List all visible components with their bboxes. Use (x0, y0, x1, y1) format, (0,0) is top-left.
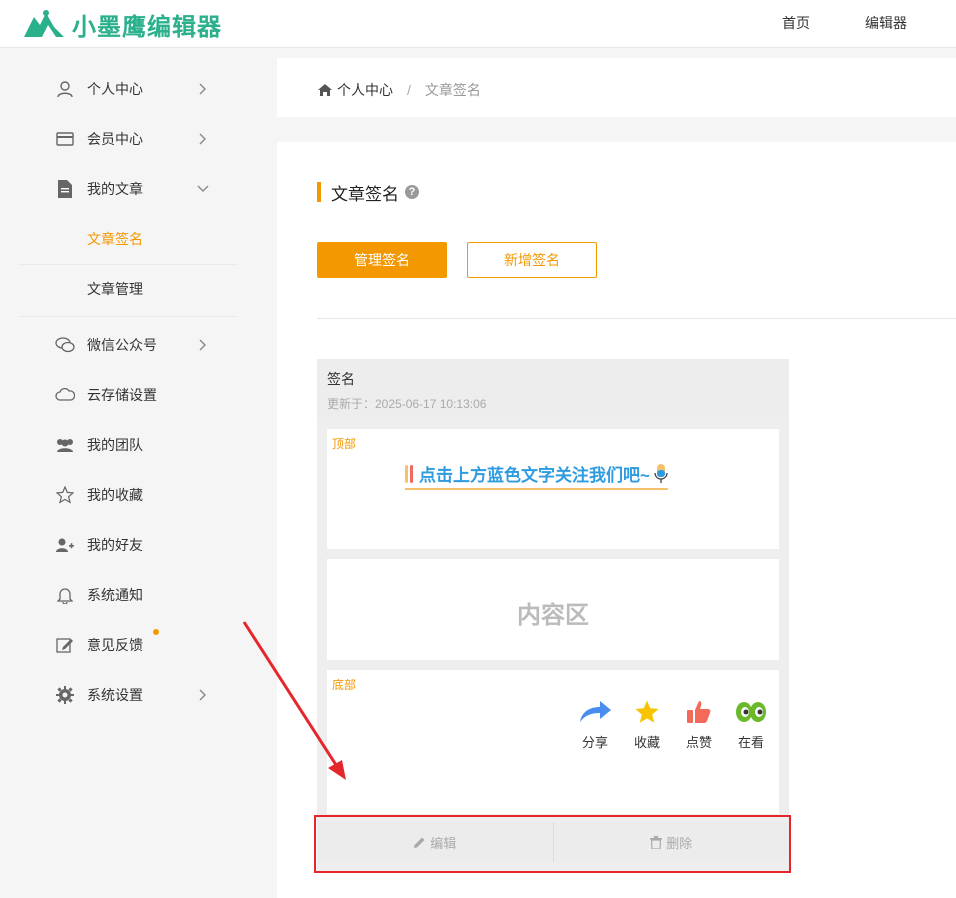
watching-label: 在看 (737, 735, 764, 750)
watching-action: 在看 (725, 698, 777, 751)
manage-signature-button[interactable]: 管理签名 (317, 242, 447, 278)
chevron-right-icon (196, 338, 210, 352)
sidebar-item-label: 云存储设置 (87, 387, 157, 403)
breadcrumb-current: 文章签名 (424, 82, 481, 98)
annotation-arrow-icon (242, 621, 346, 780)
star-icon (55, 485, 75, 505)
sidebar-item-label: 文章管理 (87, 281, 143, 297)
favorite-action: 收藏 (621, 698, 673, 751)
chevron-right-icon (196, 82, 210, 96)
chevron-right-icon (196, 132, 210, 146)
microphone-icon (654, 463, 668, 483)
card-icon (55, 129, 75, 149)
thumbs-up-icon (682, 698, 716, 726)
sidebar-item-label: 系统通知 (87, 587, 143, 603)
follow-text: 点击上方蓝色文字关注我们吧~ (419, 466, 650, 485)
share-icon (578, 698, 612, 726)
main-panel: 文章签名 ? 管理签名 新增签名 签名 更新于：2025-06-17 10:13… (277, 142, 956, 898)
favorite-label: 收藏 (633, 735, 660, 750)
color-bars-icon (405, 464, 413, 483)
sidebar-item-label: 个人中心 (87, 81, 143, 97)
feedback-icon (55, 635, 75, 655)
share-label: 分享 (581, 735, 608, 750)
signature-header: 签名 更新于：2025-06-17 10:13:06 (317, 359, 789, 419)
breadcrumb-separator: / (407, 82, 411, 98)
signature-updated-time: 更新于：2025-06-17 10:13:06 (327, 397, 487, 411)
sidebar-item-wechat[interactable]: 微信公众号 (0, 325, 240, 365)
breadcrumb-home-link[interactable]: 个人中心 (337, 80, 393, 100)
signature-content-panel: 内容区 (327, 559, 779, 660)
add-friend-icon (55, 535, 75, 555)
eyes-icon (734, 698, 768, 726)
divider (317, 318, 956, 319)
breadcrumb-card: 个人中心 / 文章签名 (277, 58, 956, 117)
divider (18, 316, 238, 317)
sidebar-item-label: 我的收藏 (87, 487, 143, 503)
sidebar-item-article-signature[interactable]: 文章签名 (0, 219, 240, 259)
annotation-highlight-box (314, 815, 791, 873)
sidebar-item-my-favorites[interactable]: 我的收藏 (0, 475, 240, 515)
sidebar-item-label: 微信公众号 (87, 337, 157, 353)
sidebar-item-article-management[interactable]: 文章管理 (0, 269, 240, 309)
sidebar-item-label: 我的文章 (87, 181, 143, 197)
share-action: 分享 (569, 698, 621, 751)
add-signature-button[interactable]: 新增签名 (467, 242, 597, 278)
page-title: 文章签名 ? (317, 182, 419, 204)
star-icon (630, 698, 664, 726)
sidebar-item-system-settings[interactable]: 系统设置 (0, 675, 240, 715)
sidebar-item-label: 我的好友 (87, 537, 143, 553)
sidebar: 个人中心 会员中心 我的文章 文章签名 文章管理 微信公众号 云存储设置 我的团… (0, 49, 268, 898)
sidebar-item-my-articles[interactable]: 我的文章 (0, 169, 240, 209)
logo-text: 小墨鹰编辑器 (72, 12, 222, 41)
chevron-down-icon (196, 182, 210, 196)
signature-name: 签名 (327, 371, 355, 387)
sidebar-item-label: 意见反馈 (87, 637, 143, 653)
chevron-right-icon (196, 688, 210, 702)
nav-home-link[interactable]: 首页 (766, 0, 826, 48)
sidebar-item-member-center[interactable]: 会员中心 (0, 119, 240, 159)
help-icon[interactable]: ? (405, 185, 419, 199)
team-icon (55, 435, 75, 455)
title-accent-bar (317, 182, 321, 202)
like-label: 点赞 (685, 735, 712, 750)
signature-card: 签名 更新于：2025-06-17 10:13:06 顶部 点击上方蓝色文字关注… (317, 359, 789, 872)
bell-icon (55, 585, 75, 605)
user-icon (55, 79, 75, 99)
sidebar-item-personal-center[interactable]: 个人中心 (0, 69, 240, 109)
breadcrumb: 个人中心 / 文章签名 (317, 80, 481, 100)
sidebar-item-label: 会员中心 (87, 131, 143, 147)
page-title-text: 文章签名 (331, 184, 399, 204)
home-icon (318, 84, 332, 96)
content-area-text: 内容区 (517, 602, 589, 629)
sidebar-item-my-team[interactable]: 我的团队 (0, 425, 240, 465)
top-header: 小墨鹰编辑器 首页 编辑器 (0, 0, 956, 48)
sidebar-item-cloud-storage[interactable]: 云存储设置 (0, 375, 240, 415)
notification-dot (153, 629, 159, 635)
sidebar-item-my-friends[interactable]: 我的好友 (0, 525, 240, 565)
cloud-icon (55, 385, 75, 405)
top-label: 顶部 (332, 437, 357, 451)
wechat-icon (55, 335, 75, 355)
sidebar-item-label: 文章签名 (87, 231, 143, 247)
logo[interactable]: 小墨鹰编辑器 (20, 6, 222, 42)
gear-icon (55, 685, 75, 705)
like-action: 点赞 (673, 698, 725, 751)
eagle-logo-icon (24, 10, 64, 37)
sidebar-item-label: 我的团队 (87, 437, 143, 453)
document-icon (55, 179, 75, 199)
sidebar-item-feedback[interactable]: 意见反馈 (0, 625, 240, 665)
nav-editor-link[interactable]: 编辑器 (856, 0, 916, 48)
divider (18, 264, 238, 265)
sidebar-item-system-notice[interactable]: 系统通知 (0, 575, 240, 615)
action-row: 分享 收藏 点赞 在看 (569, 698, 777, 751)
follow-banner: 点击上方蓝色文字关注我们吧~ (405, 461, 668, 490)
sidebar-item-label: 系统设置 (87, 687, 143, 703)
signature-top-panel: 顶部 点击上方蓝色文字关注我们吧~ (327, 429, 779, 549)
signature-bottom-panel: 底部 分享 收藏 点赞 在看 (327, 670, 779, 814)
